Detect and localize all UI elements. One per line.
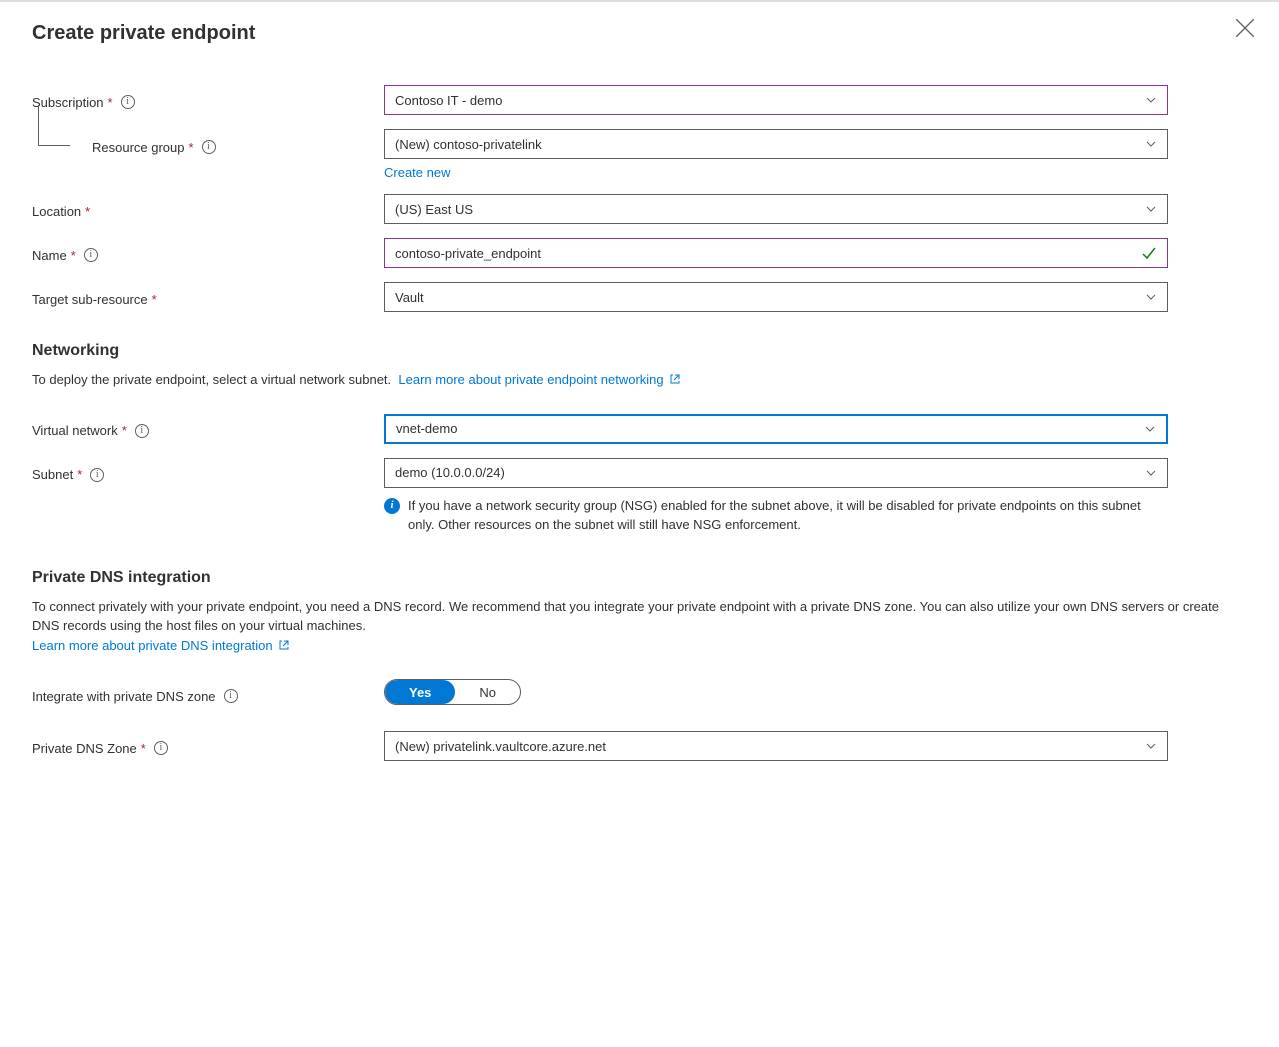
close-icon xyxy=(1235,18,1255,38)
subnet-select[interactable]: demo (10.0.0.0/24) xyxy=(384,458,1168,488)
networking-learn-more-link[interactable]: Learn more about private endpoint networ… xyxy=(398,372,681,387)
location-select[interactable]: (US) East US xyxy=(384,194,1168,224)
subnet-label: Subnet * i xyxy=(32,458,384,488)
info-icon[interactable]: i xyxy=(84,248,98,262)
target-sub-resource-label: Target sub-resource * xyxy=(32,282,384,312)
create-new-link[interactable]: Create new xyxy=(384,165,450,180)
page-title: Create private endpoint xyxy=(32,22,1247,45)
subscription-select[interactable]: Contoso IT - demo xyxy=(384,85,1168,115)
chevron-down-icon xyxy=(1145,467,1157,479)
info-circle-icon: i xyxy=(384,498,400,514)
chevron-down-icon xyxy=(1145,740,1157,752)
location-label: Location * xyxy=(32,194,384,224)
subscription-label: Subscription * i xyxy=(32,85,384,115)
info-icon[interactable]: i xyxy=(90,468,104,482)
external-link-icon xyxy=(669,373,681,385)
virtual-network-label: Virtual network * i xyxy=(32,414,384,444)
info-icon[interactable]: i xyxy=(224,689,238,703)
resource-group-select[interactable]: (New) contoso-privatelink xyxy=(384,129,1168,159)
target-sub-resource-select[interactable]: Vault xyxy=(384,282,1168,312)
info-icon[interactable]: i xyxy=(154,741,168,755)
external-link-icon xyxy=(278,639,290,651)
networking-desc: To deploy the private endpoint, select a… xyxy=(32,370,1247,390)
check-icon xyxy=(1141,245,1157,261)
private-dns-zone-select[interactable]: (New) privatelink.vaultcore.azure.net xyxy=(384,731,1168,761)
integrate-dns-yes[interactable]: Yes xyxy=(385,680,455,704)
integrate-dns-label: Integrate with private DNS zone i xyxy=(32,679,384,709)
dns-desc: To connect privately with your private e… xyxy=(32,597,1247,656)
name-label: Name * i xyxy=(32,238,384,268)
virtual-network-select[interactable]: vnet-demo xyxy=(384,414,1168,444)
resource-group-label: Resource group * i xyxy=(32,129,384,161)
close-button[interactable] xyxy=(1235,18,1255,38)
chevron-down-icon xyxy=(1145,291,1157,303)
info-icon[interactable]: i xyxy=(135,424,149,438)
chevron-down-icon xyxy=(1145,203,1157,215)
chevron-down-icon xyxy=(1144,423,1156,435)
private-dns-zone-label: Private DNS Zone * i xyxy=(32,731,384,761)
info-icon[interactable]: i xyxy=(202,140,216,154)
chevron-down-icon xyxy=(1145,94,1157,106)
dns-learn-more-link[interactable]: Learn more about private DNS integration xyxy=(32,638,290,653)
dns-heading: Private DNS integration xyxy=(32,569,1247,587)
nsg-info: i If you have a network security group (… xyxy=(384,496,1168,535)
chevron-down-icon xyxy=(1145,138,1157,150)
integrate-dns-no[interactable]: No xyxy=(455,680,520,704)
integrate-dns-toggle: Yes No xyxy=(384,679,521,705)
info-icon[interactable]: i xyxy=(121,95,135,109)
name-input[interactable]: contoso-private_endpoint xyxy=(384,238,1168,268)
networking-heading: Networking xyxy=(32,342,1247,360)
